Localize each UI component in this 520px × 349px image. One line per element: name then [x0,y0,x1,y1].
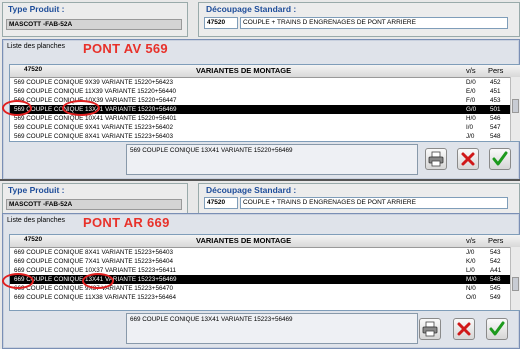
row-vs: M/0 [466,276,477,283]
variantes-list-2[interactable]: 47520 VARIANTES DE MONTAGE v/s Pers 669 … [9,234,520,311]
red-x-icon [461,152,475,166]
row-vs: N/0 [466,285,476,292]
col-title-2: VARIANTES DE MONTAGE [196,236,292,245]
row-pers: 548 [490,133,501,140]
green-check-icon [489,321,505,336]
col-vs-1: v/s [466,66,476,75]
list-row[interactable]: 669 COUPLE CONIQUE 11X38 VARIANTE 15223+… [10,293,510,302]
decoupage-desc-field-1[interactable]: COUPLE + TRAINS D ENGRENAGES DE PONT ARR… [240,17,508,29]
scrollbar-2[interactable] [510,247,520,310]
list-row[interactable]: 669 COUPLE CONIQUE 7X41 VARIANTE 15223+5… [10,257,510,266]
row-vs: H/0 [466,115,476,122]
memo-field-2[interactable]: 669 COUPLE CONIQUE 13X41 VARIANTE 15223+… [126,313,418,344]
red-circle-annotation-2b [82,273,114,289]
scrollbar-thumb-2[interactable] [512,277,519,291]
row-vs: J/0 [466,249,475,256]
row-vs: G/0 [466,106,477,113]
list-row[interactable]: 569 COUPLE CONIQUE 9X41 VARIANTE 15223+5… [10,123,510,132]
type-produit-label-1: Type Produit : [8,4,65,14]
row-text: 669 COUPLE CONIQUE 7X41 VARIANTE 15223+5… [14,258,173,265]
col-pers-2: Pers [488,236,504,245]
row-pers: 549 [490,294,501,301]
row-text: 669 COUPLE CONIQUE 8X41 VARIANTE 15223+5… [14,249,173,256]
type-produit-field-1: MASCOTT -FAB-52A [6,19,182,30]
row-vs: K/0 [466,258,476,265]
decoupage-desc-field-2[interactable]: COUPLE + TRAINS D ENGRENAGES DE PONT ARR… [240,197,508,209]
row-pers: 548 [490,276,501,283]
decoupage-label-1: Découpage Standard : [206,4,297,14]
col-vs-2: v/s [466,236,476,245]
row-pers: 543 [490,249,501,256]
row-pers: 501 [490,106,501,113]
row-pers: A41 [490,267,502,274]
row-vs: J/0 [466,133,475,140]
decoupage-code-field-1[interactable]: 47520 [204,17,238,29]
list-row[interactable]: 569 COUPLE CONIQUE 11X39 VARIANTE 15220+… [10,87,510,96]
list-header-1: 47520 VARIANTES DE MONTAGE v/s Pers [10,65,520,78]
decoupage-label-2: Découpage Standard : [206,185,297,195]
row-vs: D/0 [466,79,476,86]
print-button-1[interactable] [425,148,447,170]
list-row[interactable]: 669 COUPLE CONIQUE 10X37 VARIANTE 15223+… [10,266,510,275]
separator [0,179,520,181]
window-title-1: Liste des planches [7,43,65,50]
pont-label-2: PONT AR 669 [83,215,170,230]
validate-button-2[interactable] [486,318,508,340]
scrollbar-1[interactable] [510,77,520,141]
row-pers: 547 [490,124,501,131]
row-text: 569 COUPLE CONIQUE 10X41 VARIANTE 15220+… [14,115,177,122]
window-title-2: Liste des planches [7,217,65,224]
type-produit-label-2: Type Produit : [8,185,65,195]
row-text: 569 COUPLE CONIQUE 11X39 VARIANTE 15220+… [14,88,176,95]
list-row[interactable]: 669 COUPLE CONIQUE 8X41 VARIANTE 15223+5… [10,248,510,257]
col-pers-1: Pers [488,66,504,75]
row-text: 669 COUPLE CONIQUE 11X38 VARIANTE 15223+… [14,294,176,301]
type-produit-field-2: MASCOTT -FAB-52A [6,199,182,210]
row-vs: L/0 [466,267,475,274]
red-x-icon [457,322,471,336]
row-vs: I/0 [466,124,474,131]
liste-planches-window-2: Liste des planches PONT AR 669 47520 VAR… [2,213,520,349]
row-pers: 451 [490,88,501,95]
row-vs: E/0 [466,88,476,95]
red-circle-annotation-1b [62,100,100,116]
row-pers: 545 [490,285,501,292]
col-title-1: VARIANTES DE MONTAGE [196,66,292,75]
printer-icon [422,321,438,337]
green-check-icon [492,151,508,166]
row-pers: 546 [490,115,501,122]
memo-field-1[interactable]: 569 COUPLE CONIQUE 13X41 VARIANTE 15220+… [126,144,418,175]
row-vs: F/0 [466,97,476,104]
validate-button-1[interactable] [489,148,511,170]
list-row[interactable]: 569 COUPLE CONIQUE 8X41 VARIANTE 15223+5… [10,132,510,141]
row-text: 569 COUPLE CONIQUE 9X41 VARIANTE 15223+5… [14,124,173,131]
cancel-button-2[interactable] [453,318,475,340]
scrollbar-thumb-1[interactable] [512,99,519,113]
pont-label-1: PONT AV 569 [83,41,168,56]
row-text: 569 COUPLE CONIQUE 8X41 VARIANTE 15223+5… [14,133,173,140]
cancel-button-1[interactable] [457,148,479,170]
list-code-2: 47520 [24,236,43,243]
row-text: 569 COUPLE CONIQUE 9X39 VARIANTE 15220+5… [14,79,173,86]
red-circle-annotation-1a [2,100,32,116]
print-button-2[interactable] [419,318,441,340]
row-vs: O/0 [466,294,477,301]
decoupage-code-field-2[interactable]: 47520 [204,197,238,209]
row-pers: 453 [490,97,501,104]
list-header-2: 47520 VARIANTES DE MONTAGE v/s Pers [10,235,520,248]
row-pers: 542 [490,258,501,265]
list-code-1: 47520 [24,66,43,73]
printer-icon [428,151,444,167]
list-row[interactable]: 569 COUPLE CONIQUE 9X39 VARIANTE 15220+5… [10,78,510,87]
red-circle-annotation-2a [2,273,34,289]
row-pers: 452 [490,79,501,86]
